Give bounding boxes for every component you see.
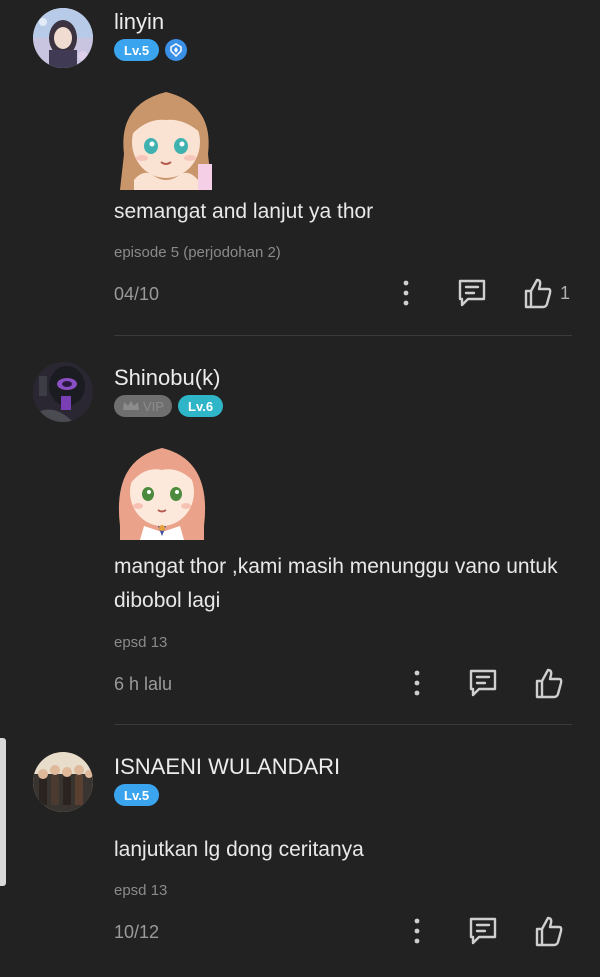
comment-text: semangat and lanjut ya thor xyxy=(114,200,374,223)
sticker-image xyxy=(114,440,210,545)
thumbs-up-icon xyxy=(524,278,552,309)
username[interactable]: Shinobu(k) xyxy=(114,365,220,391)
level-badge: Lv.5 xyxy=(114,39,160,61)
badge-row: VIP Lv.6 xyxy=(114,395,224,417)
more-vertical-icon[interactable] xyxy=(405,913,429,949)
episode-link[interactable]: epsd 13 xyxy=(114,634,167,651)
shield-badge-icon xyxy=(165,39,188,61)
more-vertical-icon[interactable] xyxy=(405,665,429,701)
comment-divider xyxy=(114,335,572,336)
badge-row: Lv.5 xyxy=(114,39,188,61)
avatar[interactable] xyxy=(33,752,93,812)
scrollbar-thumb[interactable] xyxy=(0,738,6,886)
username[interactable]: linyin xyxy=(114,9,164,35)
comment-actions xyxy=(0,913,600,949)
avatar[interactable] xyxy=(33,362,93,422)
reply-comment-icon[interactable] xyxy=(457,275,487,311)
vip-badge: VIP xyxy=(114,395,172,417)
comment-feed: linyin Lv.5 semangat and lanjut ya thor … xyxy=(0,0,600,977)
more-vertical-icon[interactable] xyxy=(394,275,418,311)
comment-divider xyxy=(114,724,572,725)
comment-text: mangat thor ,kami masih menunggu vano un… xyxy=(114,555,558,612)
like-count: 1 xyxy=(560,282,571,303)
reply-comment-icon[interactable] xyxy=(468,665,498,701)
level-badge: Lv.5 xyxy=(114,784,160,806)
episode-link[interactable]: episode 5 (perjodohan 2) xyxy=(114,244,281,261)
crown-icon xyxy=(123,401,140,410)
vip-label: VIP xyxy=(143,398,164,414)
reply-comment-icon[interactable] xyxy=(468,913,498,949)
level-badge: Lv.6 xyxy=(178,395,224,417)
comment-actions: 1 xyxy=(0,275,600,311)
avatar[interactable] xyxy=(33,8,93,68)
badge-row: Lv.5 xyxy=(114,784,160,806)
comment-text: lanjutkan lg dong ceritanya xyxy=(114,838,364,861)
sticker-image xyxy=(114,84,218,195)
comment-actions xyxy=(0,665,600,701)
thumbs-up-icon[interactable] xyxy=(533,665,565,701)
episode-link[interactable]: epsd 13 xyxy=(114,882,167,899)
thumbs-up-icon[interactable] xyxy=(533,913,565,949)
like-button[interactable]: 1 xyxy=(522,275,570,311)
username[interactable]: ISNAENI WULANDARI xyxy=(114,754,340,780)
